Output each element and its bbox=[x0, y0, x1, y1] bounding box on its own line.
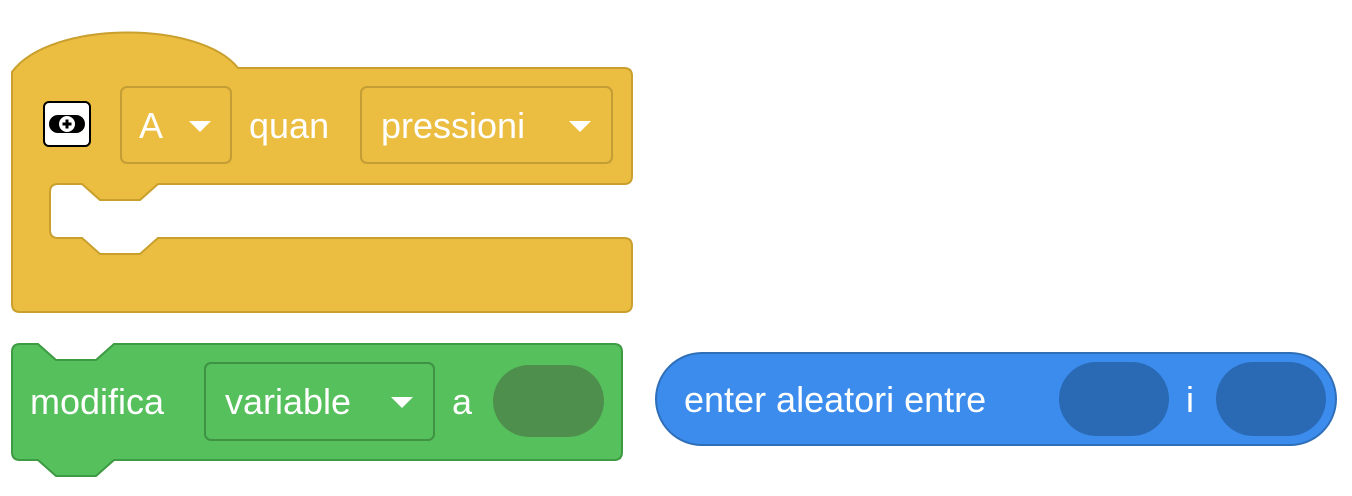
random-integer-reporter-block[interactable]: enter aleatori entre i bbox=[655, 352, 1337, 446]
hat-block-body bbox=[11, 31, 633, 313]
button-dropdown-value: A bbox=[139, 105, 163, 146]
action-dropdown-value: pressioni bbox=[381, 105, 525, 146]
connector-word: a bbox=[452, 381, 473, 422]
when-controller-button-hat-block[interactable]: A quan pressioni bbox=[11, 31, 633, 313]
variable-dropdown[interactable]: variable bbox=[204, 362, 435, 441]
change-variable-block[interactable]: modifica variable a bbox=[11, 343, 623, 477]
value-input-slot[interactable] bbox=[493, 365, 604, 437]
controller-icon bbox=[43, 101, 91, 147]
variable-block-label: modifica bbox=[30, 381, 165, 422]
variable-dropdown-value: variable bbox=[225, 381, 351, 422]
blocks-canvas: A quan pressioni modifica variable a ent… bbox=[11, 31, 1337, 477]
min-value-input-slot[interactable] bbox=[1059, 362, 1169, 436]
max-value-input-slot[interactable] bbox=[1216, 362, 1326, 436]
connector-word: quan bbox=[249, 105, 329, 146]
random-block-label: enter aleatori entre bbox=[684, 379, 986, 420]
connector-word: i bbox=[1186, 379, 1194, 420]
button-dropdown[interactable]: A bbox=[120, 86, 232, 164]
action-dropdown[interactable]: pressioni bbox=[360, 86, 613, 164]
